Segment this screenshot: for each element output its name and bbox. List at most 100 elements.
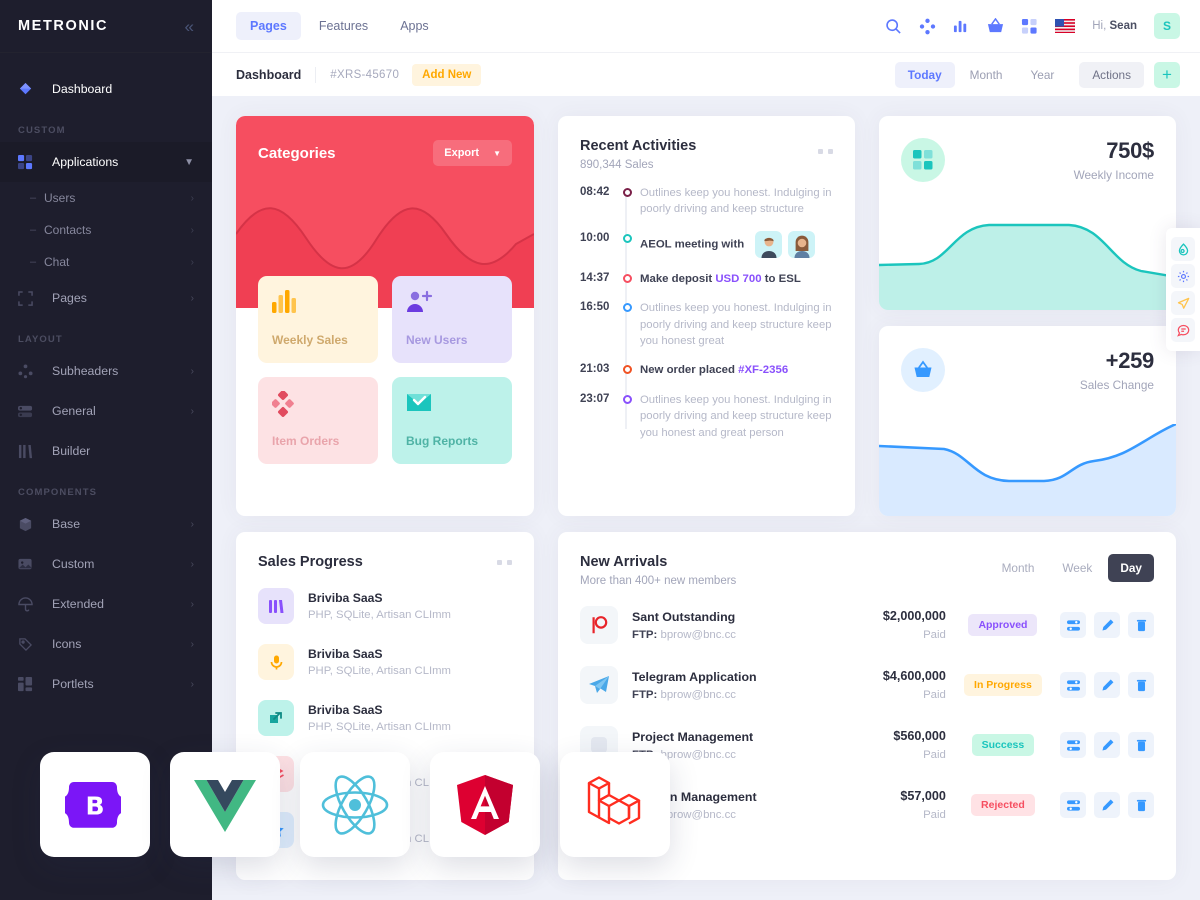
recent-activities-card: Recent Activities 890,344 Sales 08:42 Ou… <box>558 116 855 516</box>
timeline-time: 16:50 <box>580 301 610 314</box>
avatar-female[interactable] <box>788 230 816 258</box>
tab-features[interactable]: Features <box>305 12 382 40</box>
flag-us-icon[interactable] <box>1055 19 1076 33</box>
status-badge: In Progress <box>964 674 1042 696</box>
framework-card-bootstrap[interactable]: B <box>40 752 150 857</box>
edit-icon[interactable] <box>1094 672 1121 698</box>
settings-icon[interactable] <box>1060 672 1087 698</box>
bar-chart-icon <box>272 290 296 313</box>
sales-progress-header: Sales Progress <box>236 532 534 570</box>
paper-plane-icon[interactable] <box>1171 291 1195 315</box>
water-drop-icon[interactable] <box>1171 237 1195 261</box>
tile-weekly-sales[interactable]: Weekly Sales <box>258 276 378 363</box>
table-row[interactable]: Telegram Application FTP: bprow@bnc.cc $… <box>558 655 1176 715</box>
timeline-item: 21:03 New order placed #XF-2356 <box>580 362 841 379</box>
timeline-text-row: New order placed #XF-2356 <box>638 362 788 379</box>
delete-icon[interactable] <box>1128 672 1155 698</box>
share-icon[interactable] <box>919 18 936 35</box>
activities-subtitle: 890,344 Sales <box>580 159 654 171</box>
timeline-item: 08:42 Outlines keep you honest. Indulgin… <box>580 185 841 218</box>
sidebar-item-general[interactable]: General › <box>0 391 212 431</box>
tab-apps[interactable]: Apps <box>386 12 443 40</box>
sidebar-item-label: Pages <box>52 291 87 305</box>
sidebar-item-builder[interactable]: Builder <box>0 431 212 471</box>
actions-button[interactable]: Actions <box>1079 61 1144 88</box>
delete-icon[interactable] <box>1128 792 1155 818</box>
avatar-male[interactable] <box>755 230 783 258</box>
filter-today[interactable]: Today <box>894 61 955 88</box>
subheader: Dashboard #XRS-45670 Add New Today Month… <box>212 52 1200 96</box>
categories-card: Categories Export ▼ Weekly Sales New Use… <box>236 116 534 516</box>
settings-icon[interactable] <box>1060 732 1087 758</box>
sidebar-item-portlets[interactable]: Portlets › <box>0 664 212 704</box>
framework-card-angular[interactable] <box>430 752 540 857</box>
framework-card-vue[interactable] <box>170 752 280 857</box>
sidebar-brand-row: METRONIC « <box>0 0 212 52</box>
search-icon[interactable] <box>885 18 902 35</box>
row-amount: $4,600,000 <box>882 669 946 683</box>
edit-icon[interactable] <box>1094 612 1121 638</box>
sidebar-item-subheaders[interactable]: Subheaders › <box>0 351 212 391</box>
sidebar-item-base[interactable]: Base › <box>0 504 212 544</box>
row-amount-cell: $4,600,000 Paid <box>832 669 946 701</box>
chart-icon[interactable] <box>953 18 970 35</box>
segment-month[interactable]: Month <box>990 554 1047 582</box>
timeline-text-pre: Make deposit <box>640 272 716 285</box>
dots-icon[interactable] <box>818 149 833 154</box>
tile-bug-reports[interactable]: Bug Reports <box>392 377 512 464</box>
export-label: Export <box>444 147 480 159</box>
segment-day[interactable]: Day <box>1108 554 1154 582</box>
filter-year[interactable]: Year <box>1017 62 1067 88</box>
filter-month[interactable]: Month <box>957 62 1016 88</box>
edit-icon[interactable] <box>1094 732 1121 758</box>
sidebar-item-pages[interactable]: Pages › <box>0 278 212 318</box>
delete-icon[interactable] <box>1128 732 1155 758</box>
chat-bubble-icon[interactable] <box>1171 318 1195 342</box>
chevron-double-left-icon[interactable]: « <box>185 18 194 35</box>
sidebar-item-applications[interactable]: Applications ▼ <box>0 142 212 182</box>
row-paid: Paid <box>923 749 946 761</box>
sidebar-item-users[interactable]: – Users › <box>0 182 212 214</box>
plus-icon[interactable]: + <box>1154 61 1180 88</box>
framework-card-react[interactable] <box>300 752 410 857</box>
sidebar-item-custom[interactable]: Custom › <box>0 544 212 584</box>
settings-icon[interactable] <box>1060 612 1087 638</box>
basket-icon[interactable] <box>987 17 1004 35</box>
laravel-logo <box>587 775 641 825</box>
timeline-accent: USD 700 <box>715 272 762 285</box>
sales-change-card: +259 Sales Change <box>879 326 1176 516</box>
export-button[interactable]: Export ▼ <box>433 140 512 166</box>
segment-week[interactable]: Week <box>1050 554 1104 582</box>
add-new-badge[interactable]: Add New <box>412 63 482 86</box>
row-actions <box>1060 672 1155 698</box>
tile-item-orders[interactable]: Item Orders <box>258 377 378 464</box>
weekly-income-label: Weekly Income <box>1073 168 1154 182</box>
sidebar-item-icons[interactable]: Icons › <box>0 624 212 664</box>
sidebar-item-extended[interactable]: Extended › <box>0 584 212 624</box>
gear-icon[interactable] <box>1171 264 1195 288</box>
avatar[interactable]: S <box>1154 13 1180 39</box>
settings-icon[interactable] <box>1060 792 1087 818</box>
chevron-right-icon: › <box>190 256 194 268</box>
activities-timeline: 08:42 Outlines keep you honest. Indulgin… <box>558 185 855 441</box>
sidebar-item-dashboard[interactable]: Dashboard <box>0 69 212 109</box>
tab-pages[interactable]: Pages <box>236 12 301 40</box>
table-row[interactable]: Sant Outstanding FTP: bprow@bnc.cc $2,00… <box>558 595 1176 655</box>
sidebar-item-label: Subheaders <box>52 364 119 378</box>
list-item[interactable]: Briviba SaaS PHP, SQLite, Artisan CLImm <box>236 690 534 746</box>
delete-icon[interactable] <box>1128 612 1155 638</box>
tile-new-users[interactable]: New Users <box>392 276 512 363</box>
new-arrivals-subtitle: More than 400+ new members <box>580 575 737 587</box>
sidebar-item-contacts[interactable]: – Contacts › <box>0 214 212 246</box>
tile-label: New Users <box>406 333 468 347</box>
list-item[interactable]: Briviba SaaS PHP, SQLite, Artisan CLImm <box>236 578 534 634</box>
list-item[interactable]: Briviba SaaS PHP, SQLite, Artisan CLImm <box>236 634 534 690</box>
framework-card-laravel[interactable] <box>560 752 670 857</box>
status-badge: Approved <box>968 614 1038 636</box>
dash-icon: – <box>30 256 37 268</box>
edit-icon[interactable] <box>1094 792 1121 818</box>
dots-icon[interactable] <box>497 560 512 565</box>
grid-icon[interactable] <box>1021 18 1038 35</box>
sidebar-item-chat[interactable]: – Chat › <box>0 246 212 278</box>
sales-change-value: +259 <box>1105 348 1155 373</box>
